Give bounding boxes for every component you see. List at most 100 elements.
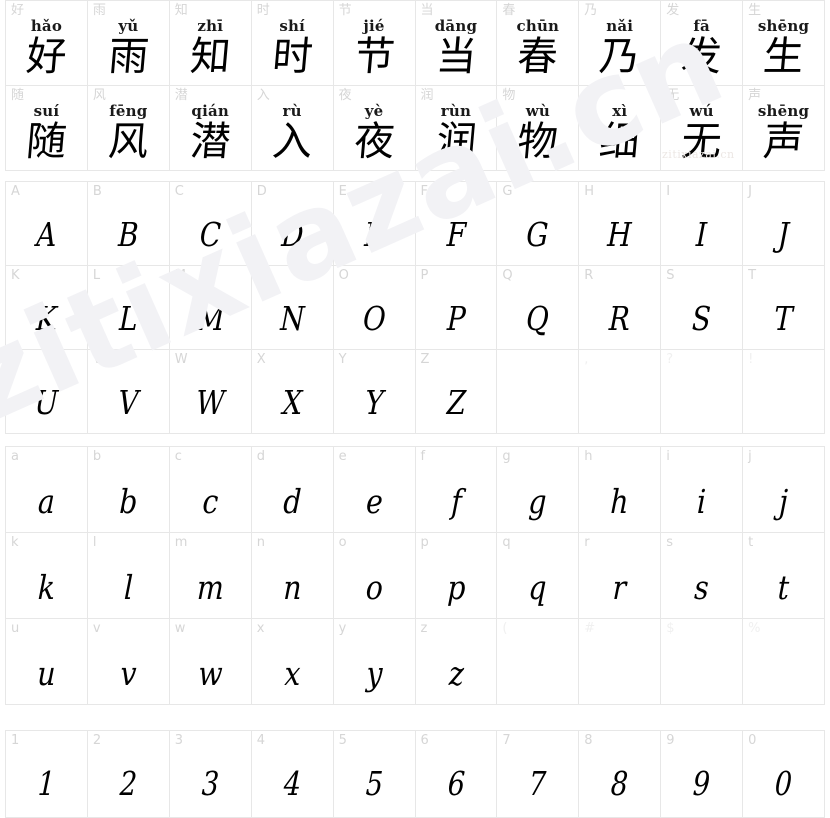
uppercase-cell[interactable]: II — [661, 182, 744, 266]
uppercase-cell[interactable]: TT — [743, 266, 825, 350]
lowercase-cell[interactable]: % — [743, 619, 825, 705]
cell-glyph: b — [118, 482, 139, 521]
hanzi-cell[interactable]: 入 rù 入 — [251, 86, 334, 171]
uppercase-cell[interactable]: ZZ — [415, 350, 498, 434]
digit-preview-grid: 11223344556677889900 — [5, 730, 825, 818]
hanzi-cell[interactable]: 物 wù 物 — [497, 86, 580, 171]
lowercase-cell[interactable]: xx — [251, 619, 334, 705]
uppercase-cell[interactable]: BB — [87, 182, 170, 266]
lowercase-cell[interactable]: cc — [169, 447, 252, 533]
cell-glyph: k — [37, 568, 56, 607]
uppercase-cell[interactable]: EE — [333, 182, 416, 266]
digit-cell[interactable]: 33 — [169, 731, 252, 818]
hanzi-cell[interactable]: 乃 nǎi 乃 — [579, 1, 662, 86]
uppercase-cell[interactable]: RR — [579, 266, 662, 350]
lowercase-cell[interactable]: nn — [251, 533, 334, 619]
lowercase-cell[interactable]: dd — [251, 447, 334, 533]
digit-cell[interactable]: 55 — [333, 731, 416, 818]
uppercase-cell[interactable]: MM — [169, 266, 252, 350]
digit-cell[interactable]: 66 — [415, 731, 498, 818]
hanzi-cell[interactable]: 风 fēng 风 — [87, 86, 170, 171]
uppercase-cell[interactable]: AA — [6, 182, 88, 266]
uppercase-cell[interactable]: WW — [169, 350, 252, 434]
hanzi-cell[interactable]: 春 chūn 春 — [497, 1, 580, 86]
digit-cell[interactable]: 99 — [661, 731, 744, 818]
hanzi-cell[interactable]: 声 shēng 声 — [743, 86, 825, 171]
lowercase-cell[interactable]: ( — [497, 619, 580, 705]
uppercase-cell[interactable]: YY — [333, 350, 416, 434]
uppercase-cell[interactable]: ! — [743, 350, 825, 434]
cell-corner-label: I — [666, 184, 671, 199]
digit-cell[interactable]: 77 — [497, 731, 580, 818]
lowercase-cell[interactable]: pp — [415, 533, 498, 619]
hanzi-cell[interactable]: 生 shēng 生 — [743, 1, 825, 86]
cell-glyph: 风 — [106, 119, 151, 165]
lowercase-cell[interactable]: yy — [333, 619, 416, 705]
uppercase-cell[interactable]: QQ — [497, 266, 580, 350]
hanzi-cell[interactable]: 无 wú 无 — [661, 86, 744, 171]
hanzi-cell[interactable]: 夜 yè 夜 — [333, 86, 416, 171]
lowercase-cell[interactable]: vv — [87, 619, 170, 705]
lowercase-cell[interactable]: gg — [497, 447, 580, 533]
hanzi-cell[interactable]: 当 dāng 当 — [415, 1, 498, 86]
digit-cell[interactable]: 22 — [87, 731, 170, 818]
uppercase-cell[interactable]: DD — [251, 182, 334, 266]
lowercase-cell[interactable]: hh — [579, 447, 662, 533]
digit-cell[interactable]: 11 — [6, 731, 88, 818]
hanzi-cell[interactable]: 润 rùn 润 — [415, 86, 498, 171]
lowercase-cell[interactable]: ww — [169, 619, 252, 705]
hanzi-cell[interactable]: 潜 qián 潜 — [169, 86, 252, 171]
hanzi-cell[interactable]: 随 suí 随 — [6, 86, 88, 171]
uppercase-cell[interactable]: CC — [169, 182, 252, 266]
hanzi-cell[interactable]: 雨 yǔ 雨 — [87, 1, 170, 86]
uppercase-cell[interactable]: SS — [661, 266, 744, 350]
lowercase-cell[interactable]: uu — [6, 619, 88, 705]
uppercase-cell[interactable]: , — [579, 350, 662, 434]
lowercase-cell[interactable]: zz — [415, 619, 498, 705]
digit-cell[interactable]: 44 — [251, 731, 334, 818]
lowercase-cell[interactable]: ii — [661, 447, 744, 533]
uppercase-cell[interactable] — [497, 350, 580, 434]
cell-corner-label: o — [338, 535, 347, 550]
lowercase-cell[interactable]: # — [579, 619, 662, 705]
lowercase-cell[interactable]: $ — [661, 619, 744, 705]
lowercase-cell[interactable]: ss — [661, 533, 744, 619]
lowercase-cell[interactable]: tt — [743, 533, 825, 619]
hanzi-cell[interactable]: 知 zhī 知 — [169, 1, 252, 86]
uppercase-cell[interactable]: XX — [251, 350, 334, 434]
uppercase-cell[interactable]: VV — [87, 350, 170, 434]
hanzi-cell[interactable]: 发 fā 发 — [661, 1, 744, 86]
lowercase-cell[interactable]: aa — [6, 447, 88, 533]
uppercase-cell[interactable]: PP — [415, 266, 498, 350]
lowercase-cell[interactable]: oo — [333, 533, 416, 619]
cell-glyph: A — [35, 215, 58, 254]
digit-cell[interactable]: 88 — [579, 731, 662, 818]
uppercase-cell[interactable]: GG — [497, 182, 580, 266]
lowercase-cell[interactable]: rr — [579, 533, 662, 619]
uppercase-cell[interactable]: HH — [579, 182, 662, 266]
uppercase-cell[interactable]: OO — [333, 266, 416, 350]
cell-glyph: U — [34, 383, 59, 422]
lowercase-cell[interactable]: ee — [333, 447, 416, 533]
lowercase-cell[interactable]: ff — [415, 447, 498, 533]
uppercase-cell[interactable]: FF — [415, 182, 498, 266]
uppercase-cell[interactable]: LL — [87, 266, 170, 350]
lowercase-cell[interactable]: jj — [743, 447, 825, 533]
uppercase-cell[interactable]: KK — [6, 266, 88, 350]
uppercase-cell[interactable]: UU — [6, 350, 88, 434]
hanzi-cell[interactable]: 好 hǎo 好 — [6, 1, 88, 86]
lowercase-cell[interactable]: ll — [87, 533, 170, 619]
cell-glyph: j — [778, 482, 789, 521]
lowercase-cell[interactable]: qq — [497, 533, 580, 619]
lowercase-cell[interactable]: kk — [6, 533, 88, 619]
hanzi-cell[interactable]: 细 xì 细 — [579, 86, 662, 171]
hanzi-cell[interactable]: 时 shí 时 — [251, 1, 334, 86]
uppercase-cell[interactable]: NN — [251, 266, 334, 350]
uppercase-cell[interactable]: JJ — [743, 182, 825, 266]
cell-corner-label: 9 — [666, 733, 675, 748]
hanzi-cell[interactable]: 节 jié 节 — [333, 1, 416, 86]
lowercase-cell[interactable]: bb — [87, 447, 170, 533]
lowercase-cell[interactable]: mm — [169, 533, 252, 619]
digit-cell[interactable]: 00 — [743, 731, 825, 818]
uppercase-cell[interactable]: ? — [661, 350, 744, 434]
